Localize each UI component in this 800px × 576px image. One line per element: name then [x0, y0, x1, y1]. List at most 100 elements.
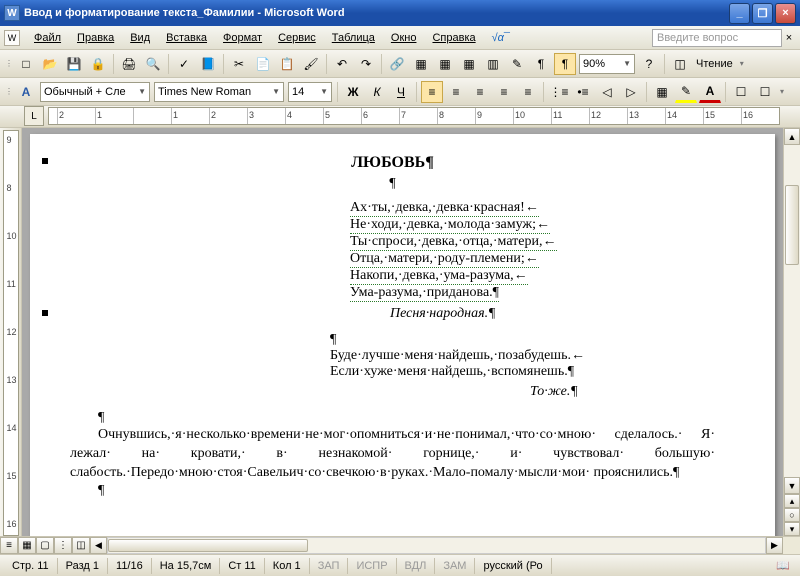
align-right-button[interactable]: ≡ — [469, 81, 491, 103]
align-left-button[interactable]: ≡ — [421, 81, 443, 103]
hscroll-thumb[interactable] — [108, 539, 308, 552]
line-spacing-button[interactable]: ≡ — [517, 81, 539, 103]
excel-button[interactable]: ▦ — [458, 53, 480, 75]
horizontal-ruler[interactable]: 2112345678910111213141516 — [48, 107, 780, 125]
permission-button[interactable]: 🔒 — [87, 53, 109, 75]
reading-view-button[interactable]: ◫ — [72, 537, 90, 554]
font-color-button[interactable]: A — [699, 81, 721, 103]
toolbar-overflow[interactable]: ▾ — [737, 59, 747, 68]
spellcheck-button[interactable]: ✓ — [173, 53, 195, 75]
increase-indent-button[interactable]: ▷ — [620, 81, 642, 103]
undo-button[interactable]: ↶ — [331, 53, 353, 75]
align-center-button[interactable]: ≡ — [445, 81, 467, 103]
menu-file[interactable]: Файл — [26, 29, 69, 47]
print-view-button[interactable]: ▢ — [36, 537, 54, 554]
hscroll-track[interactable] — [107, 537, 766, 554]
scroll-thumb[interactable] — [785, 185, 799, 265]
status-bar: Стр. 11 Разд 1 11/16 На 15,7см Ст 11 Кол… — [0, 554, 800, 576]
menu-close-icon[interactable]: × — [782, 32, 796, 44]
horizontal-scrollbar[interactable]: ◀ ▶ — [90, 537, 783, 554]
underline-button[interactable]: Ч — [390, 81, 412, 103]
reading-layout-icon[interactable]: ◫ — [669, 53, 691, 75]
hyperlink-button[interactable]: 🔗 — [386, 53, 408, 75]
formatting-toolbar: ⋮ A Обычный + Сле▼ Times New Roman▼ 14▼ … — [0, 78, 800, 106]
open-button[interactable]: 📂 — [39, 53, 61, 75]
reading-label[interactable]: Чтение — [692, 58, 737, 70]
extra2-button[interactable]: ☐ — [754, 81, 776, 103]
align-justify-button[interactable]: ≡ — [493, 81, 515, 103]
close-button[interactable]: × — [775, 3, 796, 24]
preview-button[interactable]: 🔍 — [142, 53, 164, 75]
status-rec[interactable]: ЗАП — [310, 558, 349, 574]
browse-object-button[interactable]: ○ — [784, 508, 800, 522]
menu-insert[interactable]: Вставка — [158, 29, 215, 47]
menu-help[interactable]: Справка — [424, 29, 483, 47]
drawing-button[interactable]: ✎ — [506, 53, 528, 75]
scroll-right-button[interactable]: ▶ — [766, 537, 783, 554]
next-page-button[interactable]: ▾ — [784, 522, 800, 536]
outline-view-button[interactable]: ⋮ — [54, 537, 72, 554]
word-doc-icon[interactable]: W — [4, 30, 20, 46]
menu-edit[interactable]: Правка — [69, 29, 122, 47]
highlight-button[interactable]: ✎ — [675, 81, 697, 103]
numbered-list-button[interactable]: ⋮≡ — [548, 81, 570, 103]
show-marks-button[interactable]: ¶ — [554, 53, 576, 75]
save-button[interactable]: 💾 — [63, 53, 85, 75]
size-select[interactable]: 14▼ — [288, 82, 332, 102]
styles-pane-button[interactable]: A — [15, 81, 37, 103]
menu-format[interactable]: Формат — [215, 29, 270, 47]
style-select[interactable]: Обычный + Сле▼ — [40, 82, 150, 102]
poem-line: Ты·спроси,·девка,·отца,·матери,← — [350, 234, 557, 251]
new-button[interactable]: □ — [15, 53, 37, 75]
minimize-button[interactable]: _ — [729, 3, 750, 24]
scroll-track[interactable] — [784, 145, 800, 477]
cut-button[interactable]: ✂ — [228, 53, 250, 75]
print-button[interactable]: 🖨 — [118, 53, 140, 75]
toolbar-handle[interactable]: ⋮ — [4, 87, 14, 96]
decrease-indent-button[interactable]: ◁ — [596, 81, 618, 103]
toolbar-overflow[interactable]: ▾ — [777, 87, 787, 96]
scroll-down-button[interactable]: ▼ — [784, 477, 800, 494]
prev-page-button[interactable]: ▴ — [784, 494, 800, 508]
menu-tools[interactable]: Сервис — [270, 29, 324, 47]
ask-question-input[interactable]: Введите вопрос — [652, 29, 782, 47]
bulleted-list-button[interactable]: •≡ — [572, 81, 594, 103]
scroll-up-button[interactable]: ▲ — [784, 128, 800, 145]
status-track[interactable]: ИСПР — [348, 558, 396, 574]
status-language[interactable]: русский (Ро — [475, 558, 551, 574]
toolbar-handle[interactable]: ⋮ — [4, 59, 14, 68]
help-button[interactable]: ? — [638, 53, 660, 75]
bold-button[interactable]: Ж — [342, 81, 364, 103]
borders-button[interactable]: ▦ — [651, 81, 673, 103]
font-select[interactable]: Times New Roman▼ — [154, 82, 284, 102]
status-ext[interactable]: ВДЛ — [397, 558, 436, 574]
vertical-scrollbar[interactable]: ▲ ▼ ▴ ○ ▾ — [783, 128, 800, 536]
separator — [113, 54, 114, 74]
vertical-ruler[interactable]: 9810111213141516 — [3, 130, 19, 536]
docmap-button[interactable]: ¶ — [530, 53, 552, 75]
extra1-button[interactable]: ☐ — [730, 81, 752, 103]
scroll-left-button[interactable]: ◀ — [90, 537, 107, 554]
menu-window[interactable]: Окно — [383, 29, 425, 47]
status-icon[interactable]: 📖 — [770, 559, 796, 572]
web-view-button[interactable]: ▦ — [18, 537, 36, 554]
document-area[interactable]: ЛЮБОВЬ¶ ¶ Ах·ты,·девка,·девка·красная!← … — [22, 128, 783, 536]
research-button[interactable]: 📘 — [197, 53, 219, 75]
paste-button[interactable]: 📋 — [276, 53, 298, 75]
format-painter-button[interactable]: 🖌 — [300, 53, 322, 75]
tab-selector[interactable]: L — [24, 106, 44, 126]
italic-button[interactable]: К — [366, 81, 388, 103]
copy-button[interactable]: 📄 — [252, 53, 274, 75]
columns-button[interactable]: ▥ — [482, 53, 504, 75]
maximize-button[interactable]: ❐ — [752, 3, 773, 24]
menu-math[interactable]: √α¯ — [484, 29, 518, 47]
zoom-select[interactable]: 90%▼ — [579, 54, 635, 74]
page[interactable]: ЛЮБОВЬ¶ ¶ Ах·ты,·девка,·девка·красная!← … — [30, 134, 775, 536]
menu-view[interactable]: Вид — [122, 29, 158, 47]
insert-table-button[interactable]: ▦ — [434, 53, 456, 75]
tables-borders-button[interactable]: ▦ — [410, 53, 432, 75]
normal-view-button[interactable]: ≡ — [0, 537, 18, 554]
redo-button[interactable]: ↷ — [355, 53, 377, 75]
menu-table[interactable]: Таблица — [324, 29, 383, 47]
status-ovr[interactable]: ЗАМ — [435, 558, 475, 574]
